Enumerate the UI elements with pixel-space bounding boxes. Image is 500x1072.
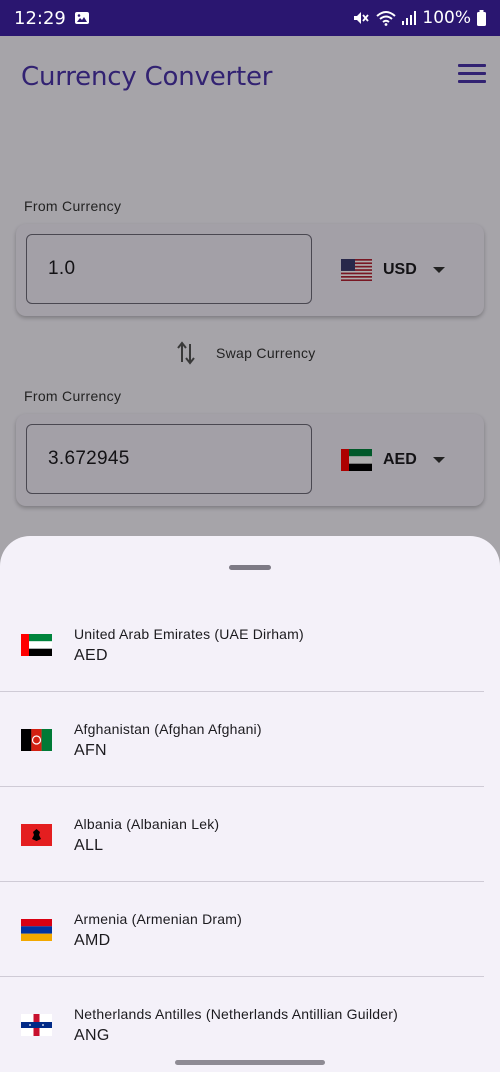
currency-code: ALL <box>74 837 104 854</box>
currency-name: Afghanistan (Afghan Afghani) <box>74 721 262 737</box>
currency-name: Armenia (Armenian Dram) <box>74 911 242 927</box>
currency-code: ANG <box>74 1027 110 1044</box>
gesture-nav-bar[interactable] <box>175 1060 325 1065</box>
afghanistan-flag-icon <box>21 729 52 751</box>
currency-list-item[interactable]: Afghanistan (Afghan Afghani) AFN <box>0 692 500 787</box>
currency-list: United Arab Emirates (UAE Dirham) AED Af… <box>0 597 500 1072</box>
signal-icon <box>402 11 417 25</box>
mute-icon <box>352 10 370 26</box>
currency-list-item[interactable]: Netherlands Antilles (Netherlands Antill… <box>0 977 500 1072</box>
currency-name: Netherlands Antilles (Netherlands Antill… <box>74 1006 399 1022</box>
currency-list-item[interactable]: United Arab Emirates (UAE Dirham) AED <box>0 597 500 692</box>
armenia-flag-icon <box>21 919 52 941</box>
status-bar: 12:29 100% <box>0 0 500 36</box>
currency-code: AFN <box>74 742 107 759</box>
albania-flag-icon <box>21 824 52 846</box>
currency-code: AED <box>74 647 108 664</box>
netherlands-antilles-flag-icon <box>21 1014 52 1036</box>
currency-list-item[interactable]: Armenia (Armenian Dram) AMD <box>0 882 500 977</box>
currency-code: AMD <box>74 932 111 949</box>
currency-name: United Arab Emirates (UAE Dirham) <box>74 626 304 642</box>
battery-percentage: 100% <box>422 8 471 28</box>
currency-list-item[interactable]: Albania (Albanian Lek) ALL <box>0 787 500 882</box>
currency-bottom-sheet: United Arab Emirates (UAE Dirham) AED Af… <box>0 536 500 1072</box>
wifi-icon <box>376 10 397 26</box>
uae-flag-icon <box>21 634 52 656</box>
gallery-notification-icon <box>74 11 90 25</box>
status-time: 12:29 <box>14 7 66 29</box>
sheet-drag-handle[interactable] <box>229 565 271 570</box>
battery-icon <box>477 10 486 26</box>
currency-name: Albania (Albanian Lek) <box>74 816 220 832</box>
